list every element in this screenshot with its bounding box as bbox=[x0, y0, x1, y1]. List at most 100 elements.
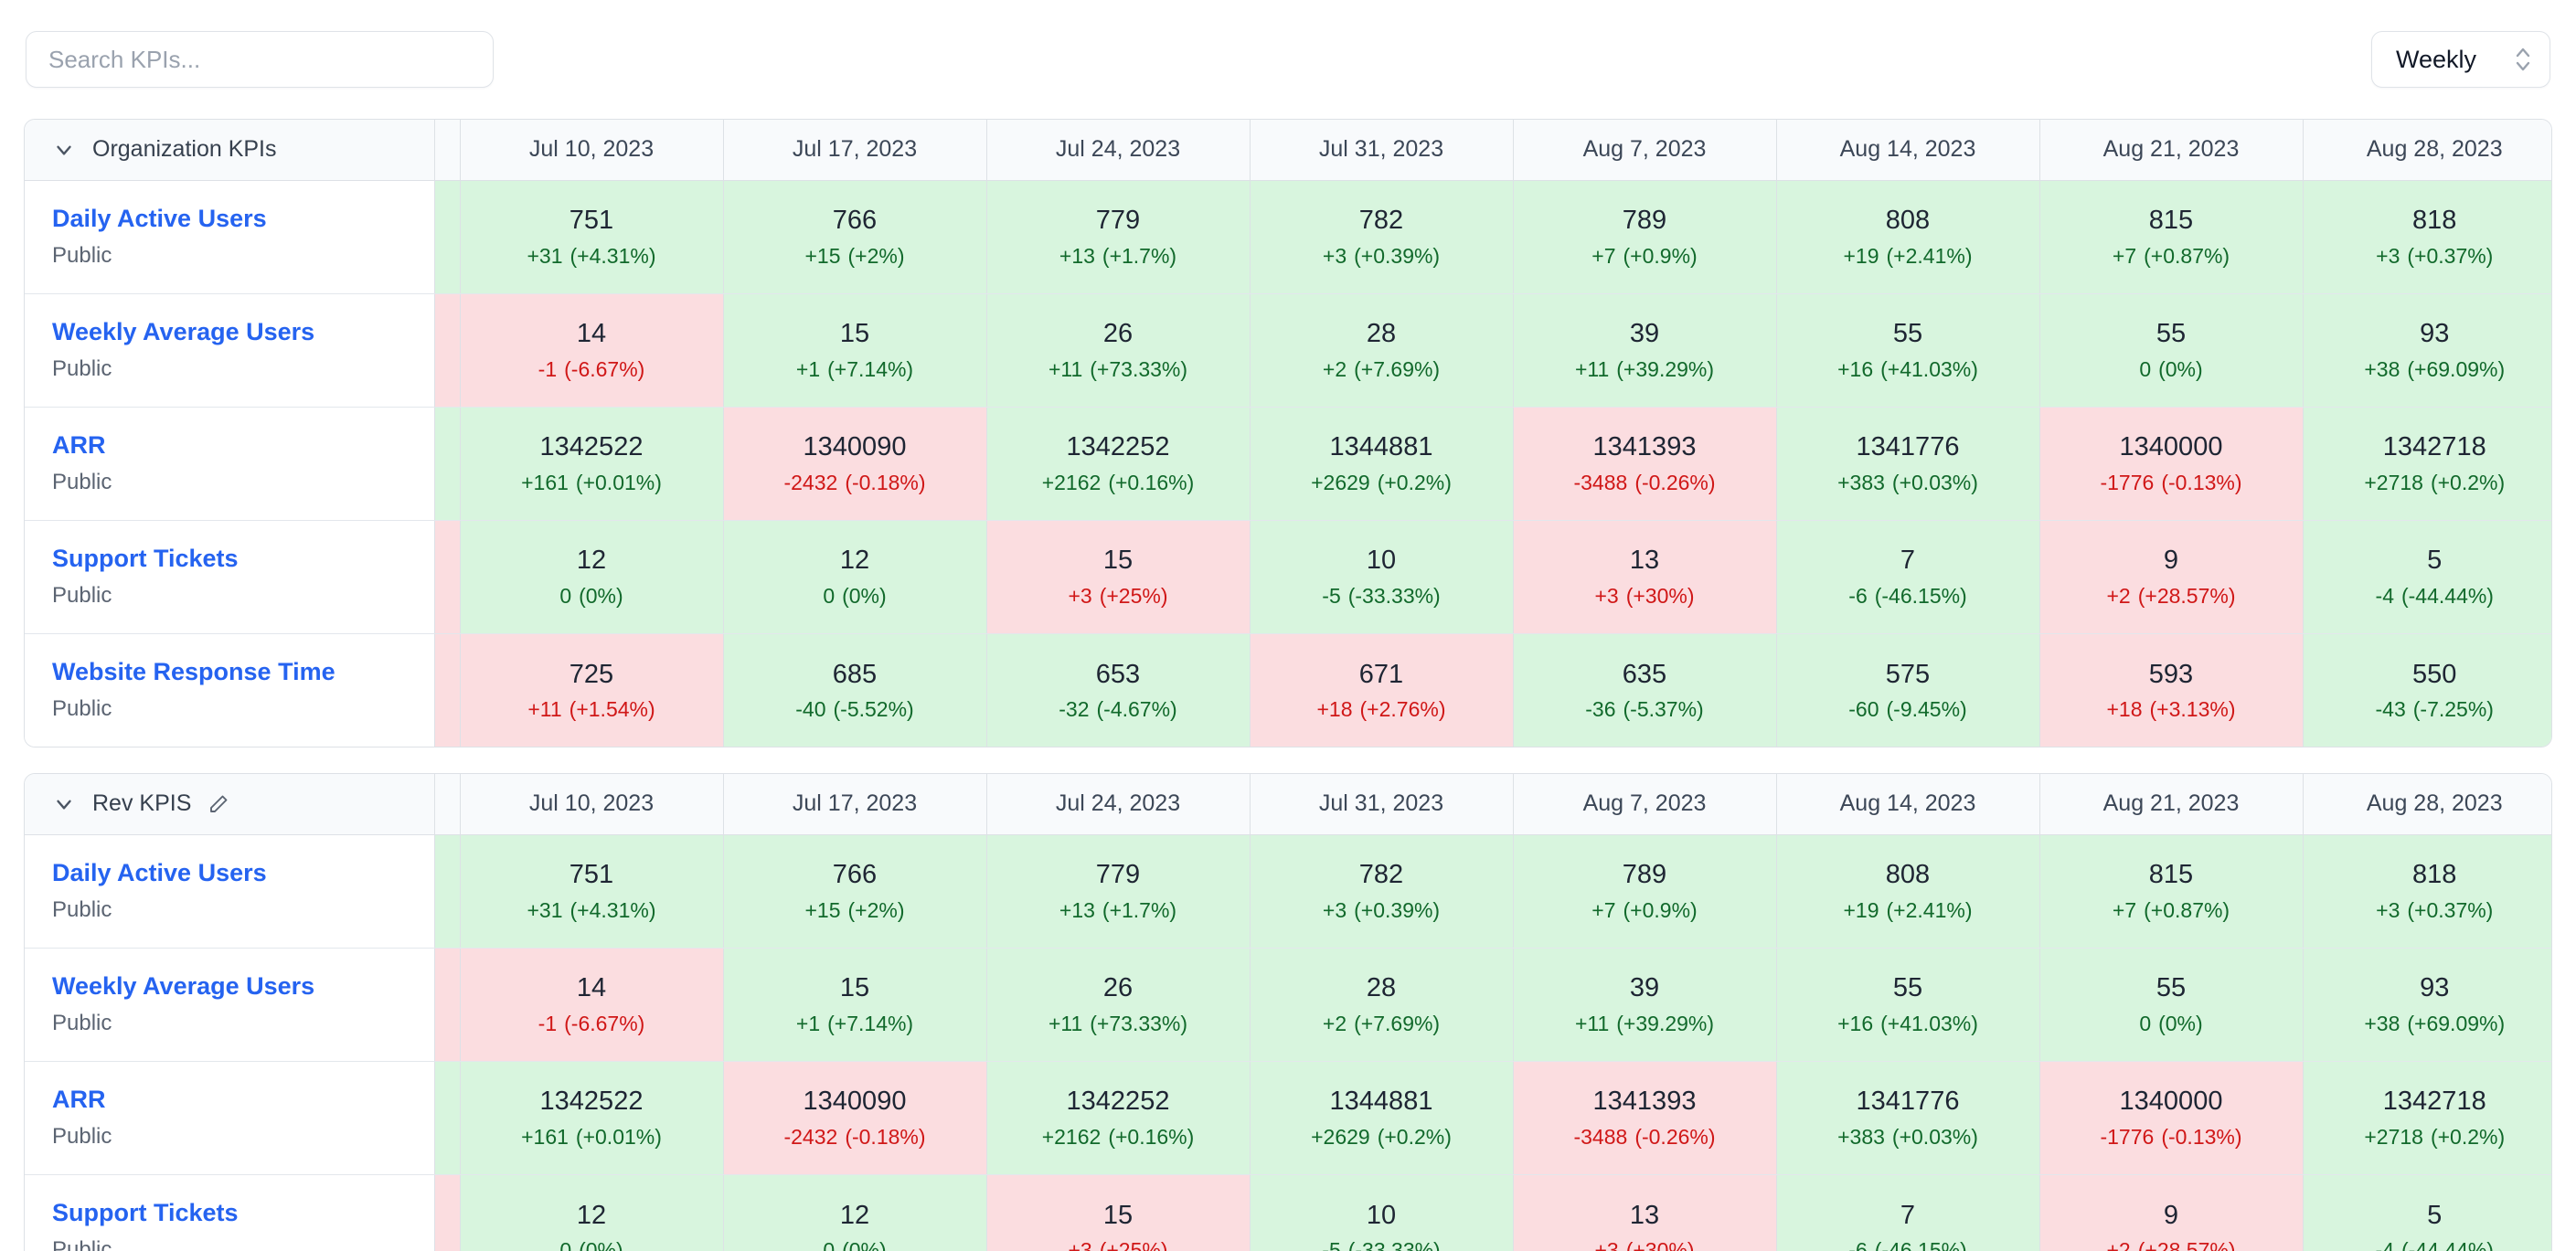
column-header-date[interactable]: Aug 28, 2023 bbox=[2303, 774, 2551, 835]
kpi-value-cell[interactable]: 766 +15 (+2%) bbox=[723, 834, 987, 949]
group-header-cell[interactable]: Organization KPIs bbox=[25, 120, 435, 181]
kpi-value-cell[interactable]: 593 +18 (+3.13%) bbox=[2039, 633, 2304, 747]
kpi-value-cell[interactable]: 15 +1 (+7.14%) bbox=[723, 948, 987, 1062]
period-select[interactable]: Weekly bbox=[2371, 31, 2550, 88]
kpi-value-cell[interactable]: 1341393 -3488 (-0.26%) bbox=[1513, 407, 1777, 521]
kpi-value-cell[interactable]: 1340090 -2432 (-0.18%) bbox=[723, 1061, 987, 1175]
kpi-value-cell[interactable]: 653 -32 (-4.67%) bbox=[986, 633, 1251, 747]
kpi-value-cell[interactable]: 1342252 +2162 (+0.16%) bbox=[986, 407, 1251, 521]
kpi-value-cell[interactable]: 26 +11 (+73.33%) bbox=[986, 948, 1251, 1062]
chevron-down-icon[interactable] bbox=[52, 792, 76, 816]
kpi-value-cell[interactable]: 5 -4 (-44.44%) bbox=[2303, 1174, 2551, 1251]
kpi-value-cell[interactable]: 39 +11 (+39.29%) bbox=[1513, 948, 1777, 1062]
search-input[interactable] bbox=[47, 44, 473, 75]
column-header-date[interactable]: Jul 31, 2023 bbox=[1250, 774, 1514, 835]
column-header-date[interactable]: Jul 17, 2023 bbox=[723, 774, 987, 835]
kpi-link[interactable]: Support Tickets bbox=[52, 545, 407, 573]
column-header-date[interactable]: Jul 31, 2023 bbox=[1250, 120, 1514, 181]
kpi-value-cell[interactable]: 7 -6 (-46.15%) bbox=[1776, 1174, 2040, 1251]
pencil-icon[interactable] bbox=[208, 793, 229, 815]
kpi-value-cell[interactable]: 815 +7 (+0.87%) bbox=[2039, 834, 2304, 949]
kpi-value-cell[interactable]: 766 +15 (+2%) bbox=[723, 180, 987, 294]
kpi-link[interactable]: Daily Active Users bbox=[52, 205, 407, 233]
kpi-value-cell[interactable]: 1342522 +161 (+0.01%) bbox=[460, 1061, 724, 1175]
kpi-value-cell[interactable]: 818 +3 (+0.37%) bbox=[2303, 834, 2551, 949]
kpi-value-cell[interactable]: 9 +2 (+28.57%) bbox=[2039, 520, 2304, 634]
kpi-value-cell[interactable]: 93 +38 (+69.09%) bbox=[2303, 948, 2551, 1062]
kpi-value-cell[interactable]: 789 +7 (+0.9%) bbox=[1513, 180, 1777, 294]
kpi-value-cell[interactable]: 12 0 (0%) bbox=[460, 520, 724, 634]
kpi-value-cell[interactable]: 12 0 (0%) bbox=[460, 1174, 724, 1251]
kpi-value-cell[interactable]: 818 +3 (+0.37%) bbox=[2303, 180, 2551, 294]
kpi-value-cell[interactable]: 1341776 +383 (+0.03%) bbox=[1776, 1061, 2040, 1175]
kpi-value-cell[interactable]: 55 0 (0%) bbox=[2039, 293, 2304, 408]
kpi-value-cell[interactable]: 15 +3 (+25%) bbox=[986, 1174, 1251, 1251]
kpi-value-cell[interactable]: 15 +1 (+7.14%) bbox=[723, 293, 987, 408]
kpi-value-cell[interactable]: 815 +7 (+0.87%) bbox=[2039, 180, 2304, 294]
chevron-down-icon[interactable] bbox=[52, 138, 76, 162]
kpi-value-cell[interactable]: 1340000 -1776 (-0.13%) bbox=[2039, 407, 2304, 521]
kpi-value-cell[interactable]: 10 -5 (-33.33%) bbox=[1250, 520, 1514, 634]
kpi-value-cell[interactable]: 1342718 +2718 (+0.2%) bbox=[2303, 1061, 2551, 1175]
kpi-value-cell[interactable]: 28 +2 (+7.69%) bbox=[1250, 948, 1514, 1062]
kpi-value-cell[interactable]: 14 -1 (-6.67%) bbox=[460, 293, 724, 408]
kpi-value-cell[interactable]: 550 -43 (-7.25%) bbox=[2303, 633, 2551, 747]
column-header-date[interactable]: Aug 7, 2023 bbox=[1513, 120, 1777, 181]
kpi-value-cell[interactable]: 685 -40 (-5.52%) bbox=[723, 633, 987, 747]
column-header-date[interactable]: Aug 21, 2023 bbox=[2039, 774, 2304, 835]
kpi-value-cell[interactable]: 779 +13 (+1.7%) bbox=[986, 834, 1251, 949]
kpi-value-cell[interactable]: 635 -36 (-5.37%) bbox=[1513, 633, 1777, 747]
kpi-value-cell[interactable]: 26 +11 (+73.33%) bbox=[986, 293, 1251, 408]
column-header-date[interactable]: Jul 17, 2023 bbox=[723, 120, 987, 181]
kpi-value-cell[interactable]: 725 +11 (+1.54%) bbox=[460, 633, 724, 747]
column-header-date[interactable]: Jul 10, 2023 bbox=[460, 774, 724, 835]
kpi-value-cell[interactable]: 1341776 +383 (+0.03%) bbox=[1776, 407, 2040, 521]
kpi-link[interactable]: Weekly Average Users bbox=[52, 972, 407, 1001]
column-header-date[interactable]: Aug 21, 2023 bbox=[2039, 120, 2304, 181]
kpi-value-cell[interactable]: 28 +2 (+7.69%) bbox=[1250, 293, 1514, 408]
kpi-value-cell[interactable]: 751 +31 (+4.31%) bbox=[460, 180, 724, 294]
kpi-link[interactable]: ARR bbox=[52, 431, 407, 460]
kpi-value-cell[interactable]: 1344881 +2629 (+0.2%) bbox=[1250, 1061, 1514, 1175]
kpi-value-cell[interactable]: 1342252 +2162 (+0.16%) bbox=[986, 1061, 1251, 1175]
kpi-link[interactable]: Support Tickets bbox=[52, 1199, 407, 1227]
kpi-link[interactable]: Daily Active Users bbox=[52, 859, 407, 887]
kpi-value-cell[interactable]: 789 +7 (+0.9%) bbox=[1513, 834, 1777, 949]
kpi-link[interactable]: Weekly Average Users bbox=[52, 318, 407, 346]
kpi-value-cell[interactable]: 671 +18 (+2.76%) bbox=[1250, 633, 1514, 747]
search-kpis-box[interactable] bbox=[26, 31, 494, 88]
kpi-value-cell[interactable]: 55 0 (0%) bbox=[2039, 948, 2304, 1062]
kpi-value-cell[interactable]: 779 +13 (+1.7%) bbox=[986, 180, 1251, 294]
kpi-value-cell[interactable]: 5 -4 (-44.44%) bbox=[2303, 520, 2551, 634]
kpi-value-cell[interactable]: 12 0 (0%) bbox=[723, 1174, 987, 1251]
kpi-value-cell[interactable]: 782 +3 (+0.39%) bbox=[1250, 834, 1514, 949]
kpi-value-cell[interactable]: 39 +11 (+39.29%) bbox=[1513, 293, 1777, 408]
kpi-value-cell[interactable]: 1341393 -3488 (-0.26%) bbox=[1513, 1061, 1777, 1175]
group-header-cell[interactable]: Rev KPIS bbox=[25, 774, 435, 835]
kpi-value-cell[interactable]: 808 +19 (+2.41%) bbox=[1776, 834, 2040, 949]
kpi-value-cell[interactable]: 782 +3 (+0.39%) bbox=[1250, 180, 1514, 294]
kpi-value-cell[interactable]: 7 -6 (-46.15%) bbox=[1776, 520, 2040, 634]
kpi-value-cell[interactable]: 1342522 +161 (+0.01%) bbox=[460, 407, 724, 521]
column-header-date[interactable]: Aug 7, 2023 bbox=[1513, 774, 1777, 835]
kpi-value-cell[interactable]: 55 +16 (+41.03%) bbox=[1776, 948, 2040, 1062]
kpi-value-cell[interactable]: 1342718 +2718 (+0.2%) bbox=[2303, 407, 2551, 521]
kpi-value-cell[interactable]: 13 +3 (+30%) bbox=[1513, 520, 1777, 634]
kpi-value-cell[interactable]: 13 +3 (+30%) bbox=[1513, 1174, 1777, 1251]
kpi-value-cell[interactable]: 10 -5 (-33.33%) bbox=[1250, 1174, 1514, 1251]
kpi-value-cell[interactable]: 12 0 (0%) bbox=[723, 520, 987, 634]
column-header-date[interactable]: Aug 14, 2023 bbox=[1776, 120, 2040, 181]
kpi-value-cell[interactable]: 1340000 -1776 (-0.13%) bbox=[2039, 1061, 2304, 1175]
column-header-date[interactable]: Jul 24, 2023 bbox=[986, 120, 1251, 181]
kpi-value-cell[interactable]: 1344881 +2629 (+0.2%) bbox=[1250, 407, 1514, 521]
kpi-value-cell[interactable]: 751 +31 (+4.31%) bbox=[460, 834, 724, 949]
column-header-date[interactable]: Aug 14, 2023 bbox=[1776, 774, 2040, 835]
kpi-value-cell[interactable]: 55 +16 (+41.03%) bbox=[1776, 293, 2040, 408]
kpi-value-cell[interactable]: 808 +19 (+2.41%) bbox=[1776, 180, 2040, 294]
kpi-value-cell[interactable]: 93 +38 (+69.09%) bbox=[2303, 293, 2551, 408]
kpi-value-cell[interactable]: 15 +3 (+25%) bbox=[986, 520, 1251, 634]
kpi-link[interactable]: Website Response Time bbox=[52, 658, 407, 686]
column-header-date[interactable]: Aug 28, 2023 bbox=[2303, 120, 2551, 181]
kpi-value-cell[interactable]: 9 +2 (+28.57%) bbox=[2039, 1174, 2304, 1251]
kpi-value-cell[interactable]: 14 -1 (-6.67%) bbox=[460, 948, 724, 1062]
